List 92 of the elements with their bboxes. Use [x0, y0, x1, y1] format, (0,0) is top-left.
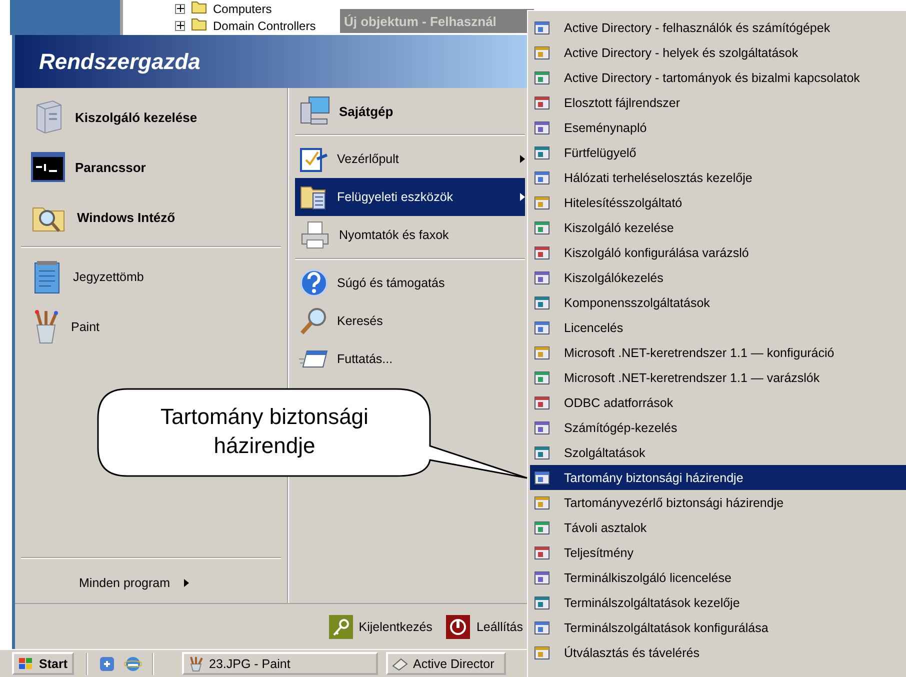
- printer-icon: [299, 220, 331, 250]
- expander-icon[interactable]: [175, 20, 185, 30]
- callout-text: Tartomány biztonsági házirendje: [160, 403, 370, 460]
- console-icon: [534, 170, 550, 186]
- folder-icon: [191, 0, 207, 14]
- menu-item[interactable]: Súgó és támogatás: [295, 264, 525, 302]
- tree-item[interactable]: Domain Controllers: [213, 18, 316, 32]
- console-icon: [534, 270, 550, 286]
- expander-icon[interactable]: [175, 4, 185, 14]
- menu-item[interactable]: Kiszolgáló konfigurálása varázsló: [530, 240, 906, 265]
- console-icon: [534, 370, 550, 386]
- menu-item[interactable]: Útválasztás és távelérés: [530, 640, 906, 665]
- console-icon: [534, 644, 550, 660]
- console-icon: [534, 94, 550, 110]
- program-item[interactable]: Parancssor: [21, 142, 281, 192]
- console-icon: [534, 620, 550, 636]
- console-icon: [534, 44, 550, 60]
- console-icon: [534, 244, 550, 260]
- console-icon: [534, 420, 550, 436]
- menu-item[interactable]: Vezérlőpult: [295, 140, 525, 178]
- search-icon: [299, 306, 329, 336]
- console-icon: [534, 544, 550, 560]
- menu-item[interactable]: Microsoft .NET-keretrendszer 1.1 — varázslók: [530, 365, 906, 390]
- menu-item[interactable]: Tartományvezérlő biztonsági házirendje: [530, 490, 906, 515]
- folder-icon: [191, 17, 207, 31]
- menu-item[interactable]: Számítógép-kezelés: [530, 415, 906, 440]
- console-icon: [534, 520, 550, 536]
- menu-item[interactable]: Microsoft .NET-keretrendszer 1.1 — konfiguráció: [530, 340, 906, 365]
- menu-item[interactable]: Active Directory - tartományok és bizalmi kapcsolatok: [530, 65, 906, 90]
- window-title: Új objektum - Felhasznál: [340, 9, 534, 33]
- menu-item[interactable]: Fürtfelügyelő: [530, 140, 906, 165]
- console-icon: [534, 144, 550, 160]
- menu-item[interactable]: Keresés: [295, 302, 525, 340]
- console-icon: [534, 594, 550, 610]
- menu-item[interactable]: Terminálszolgáltatások kezelője: [530, 590, 906, 615]
- console-icon: [534, 70, 550, 86]
- terminal-icon: [31, 152, 65, 182]
- console-icon: [534, 444, 550, 460]
- power-icon: [446, 614, 470, 638]
- console-icon: [534, 320, 550, 336]
- shut-down-button[interactable]: Leállítás: [446, 614, 523, 638]
- windows-logo-icon: [18, 656, 34, 670]
- caret-icon: [520, 155, 525, 163]
- help-icon: [299, 268, 329, 298]
- menu-item[interactable]: Licencelés: [530, 315, 906, 340]
- menu-item[interactable]: Active Directory - helyek és szolgáltatások: [530, 40, 906, 65]
- browser-icon[interactable]: [124, 654, 142, 672]
- program-item[interactable]: Kiszolgáló kezelése: [21, 92, 281, 142]
- menu-item[interactable]: Elosztott fájlrendszer: [530, 90, 906, 115]
- program-item[interactable]: Jegyzettömb: [21, 252, 281, 302]
- program-item[interactable]: Windows Intéző: [21, 192, 281, 242]
- menu-item[interactable]: Futtatás...: [295, 340, 525, 378]
- log-off-button[interactable]: Kijelentkezés: [328, 614, 432, 638]
- menu-item[interactable]: Terminálszolgáltatások konfigurálása: [530, 615, 906, 640]
- menu-item[interactable]: Hálózati terheléselosztás kezelője: [530, 165, 906, 190]
- menu-item[interactable]: Tartomány biztonsági házirendje: [530, 465, 906, 490]
- paintbrushes-icon: [188, 656, 204, 672]
- console-icon: [534, 470, 550, 486]
- menu-item[interactable]: Felügyeleti eszközök: [295, 178, 525, 216]
- menu-item[interactable]: Nyomtatók és faxok: [295, 216, 525, 254]
- console-icon: [534, 570, 550, 586]
- key-icon: [328, 614, 353, 638]
- console-icon: [534, 20, 550, 36]
- all-programs-item[interactable]: Minden program: [21, 563, 281, 603]
- menu-item[interactable]: Szolgáltatások: [530, 440, 906, 465]
- start-button[interactable]: Start: [12, 652, 74, 675]
- menu-item[interactable]: ODBC adatforrások: [530, 390, 906, 415]
- console-icon: [534, 294, 550, 310]
- menu-item[interactable]: Terminálkiszolgáló licencelése: [530, 565, 906, 590]
- menu-item[interactable]: Hitelesítésszolgáltató: [530, 190, 906, 215]
- menu-item[interactable]: Távoli asztalok: [530, 515, 906, 540]
- caret-icon: [184, 579, 190, 587]
- console-icon: [534, 120, 550, 136]
- console-icon: [534, 494, 550, 510]
- program-item[interactable]: Paint: [21, 302, 281, 352]
- menu-item[interactable]: Sajátgép: [295, 92, 525, 130]
- console-icon: [534, 394, 550, 410]
- console-icon: [534, 220, 550, 236]
- user-name-header: Rendszergazda: [15, 35, 527, 88]
- menu-item[interactable]: Eseménynapló: [530, 115, 906, 140]
- control-panel-icon: [299, 145, 329, 173]
- caret-icon: [520, 193, 525, 201]
- computer-icon: [299, 95, 331, 127]
- menu-item[interactable]: Kiszolgáló kezelése: [530, 215, 906, 240]
- menu-item[interactable]: Kiszolgálókezelés: [530, 265, 906, 290]
- tree-item[interactable]: Computers: [213, 2, 272, 16]
- menu-item[interactable]: Komponensszolgáltatások: [530, 290, 906, 315]
- console-icon: [534, 344, 550, 360]
- taskbar-button[interactable]: 23.JPG - Paint: [182, 652, 378, 675]
- console-icon: [534, 194, 550, 210]
- taskbar-button[interactable]: Active Director: [386, 652, 506, 675]
- menu-item[interactable]: Teljesítmény: [530, 540, 906, 565]
